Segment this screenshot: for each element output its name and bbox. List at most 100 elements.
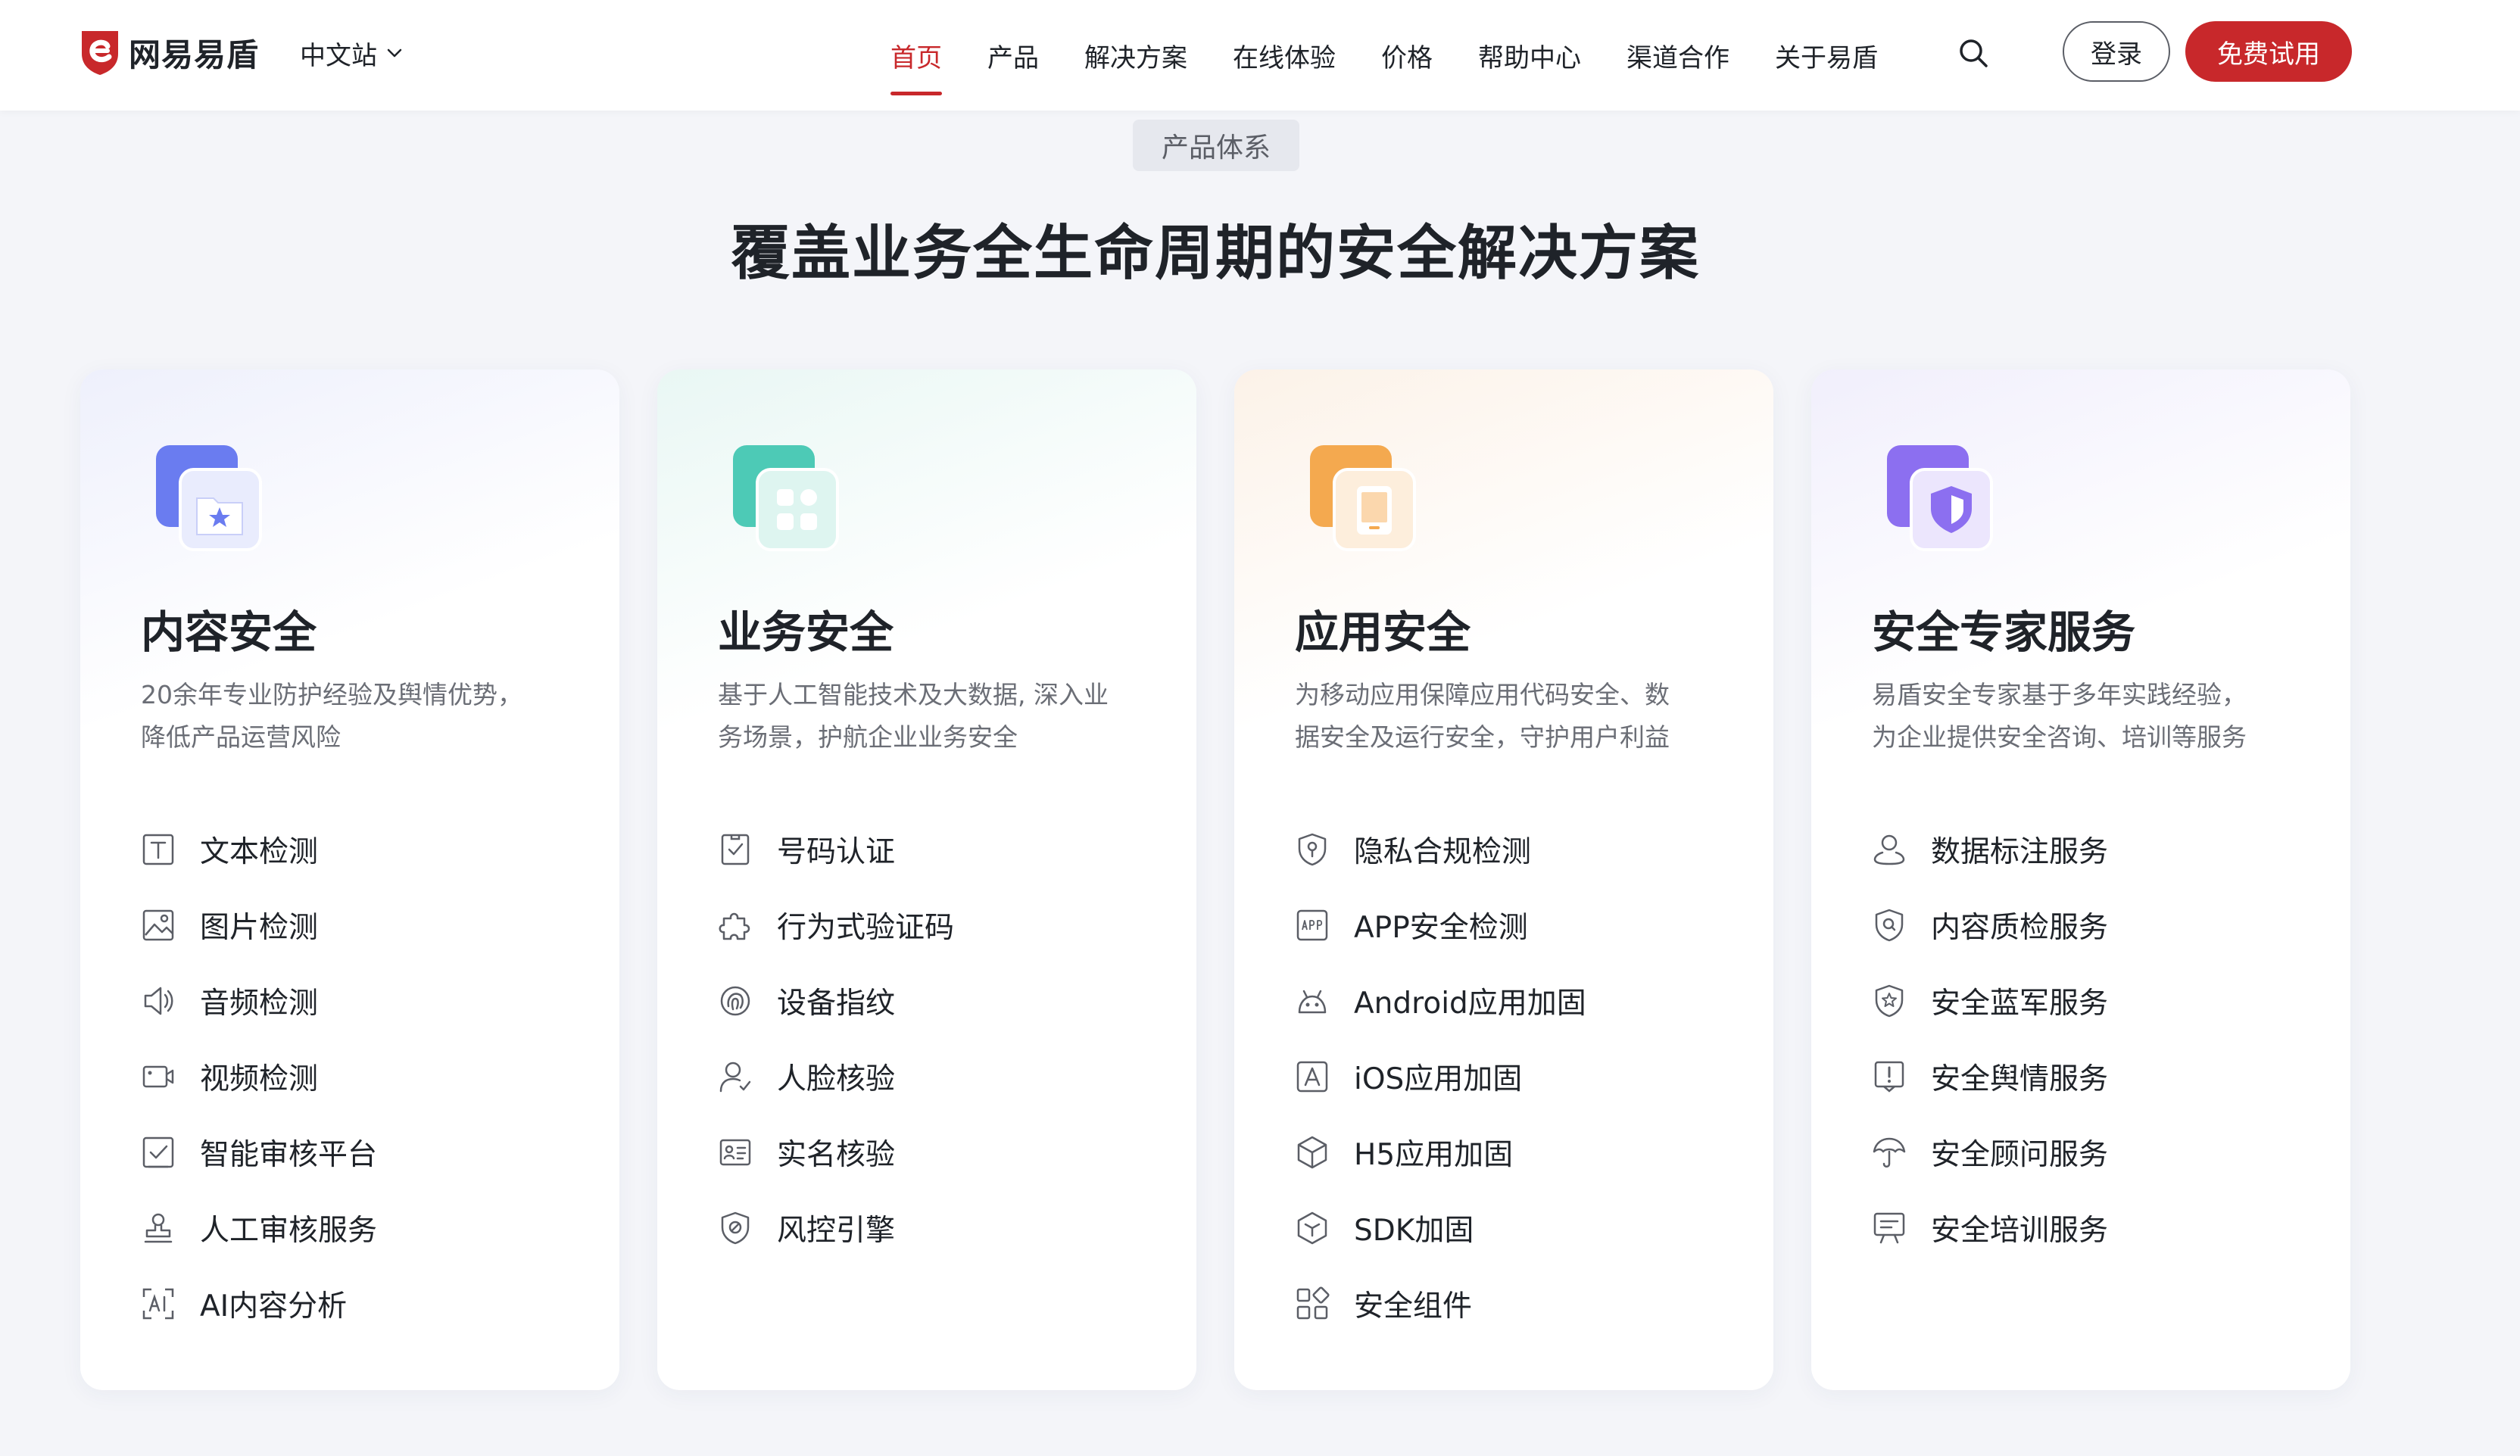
card-desc-line: 降低产品运营风险 bbox=[141, 722, 341, 752]
nav-products[interactable]: 产品 bbox=[987, 0, 1039, 111]
nav-pricing[interactable]: 价格 bbox=[1381, 0, 1433, 111]
card-desc-line: 为移动应用保障应用代码安全、数 bbox=[1295, 680, 1670, 709]
card-description: 基于人工智能技术及大数据, 深入业 务场景，护航企业业务安全 bbox=[718, 674, 1157, 759]
chevron-down-icon bbox=[387, 48, 402, 58]
product-link-security-training[interactable]: 安全培训服务 bbox=[1872, 1190, 2311, 1266]
logo-text: 网易易盾 bbox=[129, 36, 260, 73]
free-trial-button[interactable]: 免费试用 bbox=[2185, 21, 2352, 82]
card-desc-line: 基于人工智能技术及大数据, 深入业 bbox=[718, 680, 1109, 709]
product-link-smart-review-platform[interactable]: 智能审核平台 bbox=[141, 1115, 580, 1190]
item-label: 隐私合规检测 bbox=[1354, 835, 1532, 869]
product-link-security-consulting[interactable]: 安全顾问服务 bbox=[1872, 1115, 2311, 1190]
components-icon bbox=[1296, 1286, 1330, 1320]
nav-home[interactable]: 首页 bbox=[890, 0, 942, 111]
product-link-blue-team[interactable]: 安全蓝军服务 bbox=[1872, 963, 2311, 1039]
check-square-icon bbox=[142, 1136, 174, 1168]
product-link-app-security-detection[interactable]: APP安全检测 bbox=[1295, 887, 1734, 963]
item-label: 视频检测 bbox=[200, 1062, 319, 1096]
item-label: iOS应用加固 bbox=[1354, 1062, 1523, 1096]
tablet-icon bbox=[1310, 445, 1416, 551]
product-link-ios-hardening[interactable]: iOS应用加固 bbox=[1295, 1039, 1734, 1115]
card-description: 20余年专业防护经验及舆情优势， 降低产品运营风险 bbox=[141, 674, 580, 759]
puzzle-icon bbox=[719, 912, 750, 940]
item-label: 安全蓝军服务 bbox=[1931, 987, 2109, 1021]
item-label: 设备指纹 bbox=[777, 987, 896, 1021]
region-selector[interactable]: 中文站 bbox=[300, 33, 404, 73]
apps-icon bbox=[733, 445, 839, 551]
product-link-real-name-verification[interactable]: 实名核验 bbox=[718, 1115, 1157, 1190]
product-link-manual-review-service[interactable]: 人工审核服务 bbox=[141, 1190, 580, 1266]
number-verify-icon bbox=[721, 834, 750, 865]
product-card-content-security[interactable]: 内容安全 20余年专业防护经验及舆情优势， 降低产品运营风险 文本检测 图片检测… bbox=[80, 369, 619, 1390]
card-desc-line: 据安全及运行安全，守护用户利益 bbox=[1295, 722, 1670, 752]
item-label: 安全舆情服务 bbox=[1931, 1062, 2109, 1096]
item-label: 内容质检服务 bbox=[1931, 911, 2109, 945]
user-pin-icon bbox=[1873, 834, 1905, 865]
nav-channel-partner[interactable]: 渠道合作 bbox=[1626, 0, 1729, 111]
video-icon bbox=[142, 1065, 174, 1088]
umbrella-icon bbox=[1873, 1137, 1906, 1168]
card-item-list: 号码认证 行为式验证码 设备指纹 人脸核验 实名核验 风控引擎 bbox=[718, 812, 1157, 1266]
item-label: 文本检测 bbox=[200, 835, 319, 869]
logo[interactable]: 网易易盾 bbox=[79, 26, 259, 79]
card-desc-line: 易盾安全专家基于多年实践经验， bbox=[1872, 680, 2247, 709]
product-link-number-verification[interactable]: 号码认证 bbox=[718, 812, 1157, 887]
shield-user-icon bbox=[1887, 445, 1993, 551]
card-description: 为移动应用保障应用代码安全、数 据安全及运行安全，守护用户利益 bbox=[1295, 674, 1734, 759]
product-link-android-hardening[interactable]: Android应用加固 bbox=[1295, 963, 1734, 1039]
product-card-business-security[interactable]: 业务安全 基于人工智能技术及大数据, 深入业 务场景，护航企业业务安全 号码认证… bbox=[657, 369, 1196, 1390]
item-label: 号码认证 bbox=[777, 835, 896, 869]
shield-logo-icon bbox=[82, 31, 118, 75]
product-card-expert-services[interactable]: 安全专家服务 易盾安全专家基于多年实践经验， 为企业提供安全咨询、培训等服务 数… bbox=[1811, 369, 2350, 1390]
product-link-image-detection[interactable]: 图片检测 bbox=[141, 887, 580, 963]
item-label: 人脸核验 bbox=[777, 1062, 896, 1096]
product-link-ai-content-analysis[interactable]: AI内容分析 bbox=[141, 1266, 580, 1342]
item-label: 风控引擎 bbox=[777, 1214, 896, 1248]
nav-help-center[interactable]: 帮助中心 bbox=[1478, 0, 1581, 111]
speaker-icon bbox=[144, 987, 173, 1015]
item-label: 音频检测 bbox=[200, 987, 319, 1021]
nav-online-demo[interactable]: 在线体验 bbox=[1233, 0, 1336, 111]
alert-icon bbox=[1874, 1061, 1904, 1093]
item-label: 人工审核服务 bbox=[200, 1214, 378, 1248]
item-label: 安全组件 bbox=[1354, 1289, 1473, 1323]
ios-icon bbox=[1296, 1061, 1328, 1093]
product-link-device-fingerprint[interactable]: 设备指纹 bbox=[718, 963, 1157, 1039]
top-navbar: 网易易盾 中文站 首页 产品 解决方案 在线体验 价格 帮助中心 渠道合作 关于… bbox=[0, 0, 2520, 111]
image-icon bbox=[142, 909, 174, 941]
product-link-behavior-captcha[interactable]: 行为式验证码 bbox=[718, 887, 1157, 963]
region-label: 中文站 bbox=[300, 40, 377, 71]
stamp-icon bbox=[144, 1213, 173, 1243]
product-link-audio-detection[interactable]: 音频检测 bbox=[141, 963, 580, 1039]
product-link-h5-hardening[interactable]: H5应用加固 bbox=[1295, 1115, 1734, 1190]
card-title: 安全专家服务 bbox=[1872, 606, 2136, 658]
card-desc-line: 为企业提供安全咨询、培训等服务 bbox=[1872, 722, 2247, 752]
nav-solutions[interactable]: 解决方案 bbox=[1084, 0, 1187, 111]
product-link-text-detection[interactable]: 文本检测 bbox=[141, 812, 580, 887]
product-card-app-security[interactable]: 应用安全 为移动应用保障应用代码安全、数 据安全及运行安全，守护用户利益 隐私合… bbox=[1234, 369, 1773, 1390]
product-link-public-opinion[interactable]: 安全舆情服务 bbox=[1872, 1039, 2311, 1115]
section-tag: 产品体系 bbox=[1133, 120, 1299, 171]
product-link-sdk-hardening[interactable]: SDK加固 bbox=[1295, 1190, 1734, 1266]
item-label: 行为式验证码 bbox=[777, 911, 955, 945]
ai-scan-icon bbox=[142, 1288, 174, 1320]
product-link-security-components[interactable]: 安全组件 bbox=[1295, 1266, 1734, 1342]
item-label: 实名核验 bbox=[777, 1138, 896, 1172]
android-icon bbox=[1298, 990, 1327, 1014]
item-label: 安全培训服务 bbox=[1931, 1214, 2109, 1248]
product-link-video-detection[interactable]: 视频检测 bbox=[141, 1039, 580, 1115]
product-link-content-qa[interactable]: 内容质检服务 bbox=[1872, 887, 2311, 963]
training-board-icon bbox=[1873, 1212, 1905, 1244]
product-link-data-annotation[interactable]: 数据标注服务 bbox=[1872, 812, 2311, 887]
product-link-privacy-compliance[interactable]: 隐私合规检测 bbox=[1295, 812, 1734, 887]
nav-about[interactable]: 关于易盾 bbox=[1775, 0, 1878, 111]
privacy-shield-icon bbox=[1298, 833, 1327, 866]
search-icon[interactable] bbox=[1955, 35, 1991, 71]
product-link-risk-engine[interactable]: 风控引擎 bbox=[718, 1190, 1157, 1266]
item-label: SDK加固 bbox=[1354, 1214, 1474, 1248]
product-link-face-verification[interactable]: 人脸核验 bbox=[718, 1039, 1157, 1115]
login-button[interactable]: 登录 bbox=[2063, 21, 2170, 82]
shield-engine-icon bbox=[721, 1211, 750, 1245]
card-item-list: 文本检测 图片检测 音频检测 视频检测 智能审核平台 人工审核服务 AI内容分析 bbox=[141, 812, 580, 1342]
card-desc-line: 20余年专业防护经验及舆情优势， bbox=[141, 680, 522, 709]
